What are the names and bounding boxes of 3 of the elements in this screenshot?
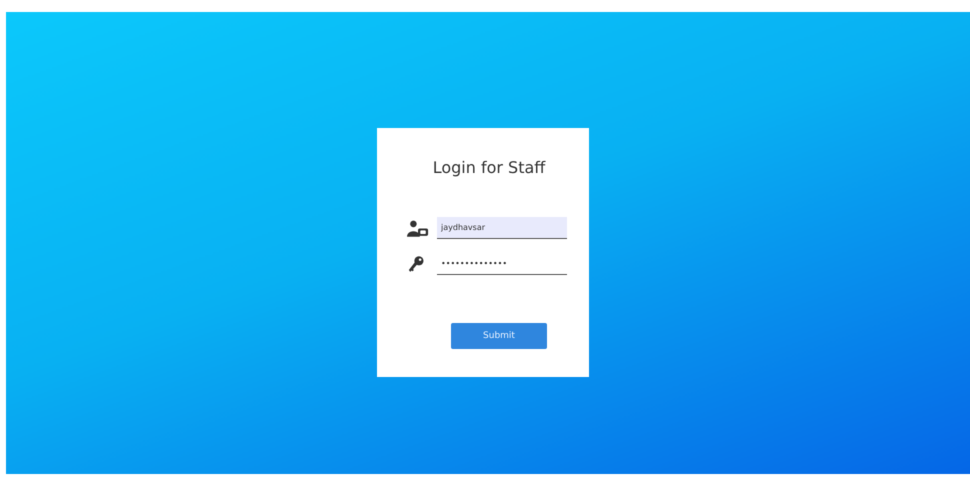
- login-title: Login for Staff: [432, 158, 547, 177]
- username-field[interactable]: jaydhavsar: [437, 217, 567, 239]
- user-id-icon: [407, 220, 429, 236]
